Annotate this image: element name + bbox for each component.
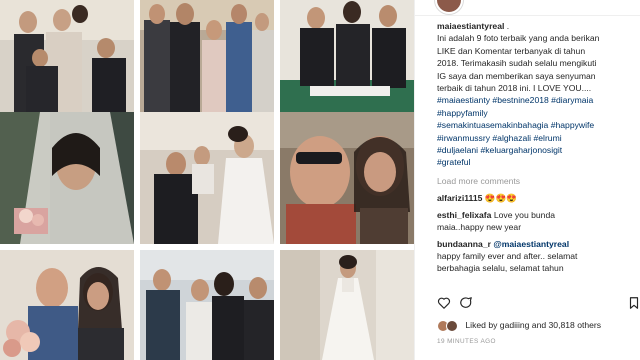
post-actions [437, 296, 640, 314]
caption-line: terbaik di tahun 2018 ini. I LOVE YOU...… [437, 83, 592, 94]
likes-summary[interactable]: Liked by gadiiing and 30,818 others [437, 318, 640, 332]
caption-line: Ini adalah 9 foto terbaik yang anda beri… [437, 33, 600, 44]
hashtag-line[interactable]: #grateful [437, 157, 470, 167]
photo-selfie-couple[interactable] [280, 112, 414, 244]
comment-username[interactable]: bundaanna_r [437, 239, 491, 249]
hashtag-line[interactable]: #happyfamily [437, 108, 488, 118]
comment-item: esthi_felixafa Love you bunda maia..happ… [437, 209, 637, 234]
bookmark-icon[interactable] [627, 296, 640, 310]
hashtag-line[interactable]: #maiaestianty #bestnine2018 #diarymaia [437, 95, 593, 105]
likes-text: Liked by gadiiing and 30,818 others [465, 320, 602, 330]
caption-username[interactable]: maiaestiantyreal [437, 21, 504, 31]
caption-line: IG saya dan memberikan saya senyuman [437, 70, 596, 81]
photo-family-gathering[interactable] [140, 0, 274, 112]
comment-item: alfarizi1115 😍😍😍 [437, 192, 637, 204]
comment-username[interactable]: alfarizi1115 [437, 193, 482, 203]
comment-mention[interactable]: @maiaestiantyreal [493, 239, 569, 249]
caption: maiaestiantyreal . Ini adalah 9 foto ter… [437, 21, 600, 168]
caption-line: 2018. Terimakasih sudah selalu mengikuti [437, 58, 597, 69]
photo-family-suits[interactable] [0, 0, 134, 112]
comment-item: bundaanna_r @maiaestiantyreal happy fami… [437, 238, 637, 275]
photo-white-gown[interactable] [280, 250, 414, 360]
load-more-comments-link[interactable]: Load more comments [437, 175, 637, 187]
comment-text: maia..happy new year [437, 222, 522, 233]
photo-wedding-blessing[interactable] [140, 112, 274, 244]
caption-line: LIKE dan Komentar terbanyak di tahun [437, 45, 586, 56]
photo-seated-sons[interactable] [280, 0, 414, 112]
avatar[interactable] [435, 0, 463, 14]
comment-text: Love you bunda [493, 209, 556, 220]
post-timestamp: 19 MINUTES AGO [437, 338, 496, 345]
comment-username[interactable]: esthi_felixafa [437, 210, 491, 220]
comment-text: 😍😍😍 [484, 193, 517, 204]
comment-text: happy family ever and after.. selamat [437, 250, 578, 261]
post-side-panel: maiaestiantyreal . Ini adalah 9 foto ter… [414, 0, 640, 360]
bestnine-photo-grid [0, 0, 414, 360]
hashtag-line[interactable]: #semakintuasemakinbahagia #happywife [437, 120, 594, 130]
avatar [446, 319, 458, 332]
photo-flowers-couple[interactable] [0, 250, 134, 360]
hashtag-line[interactable]: #irwanmussry #alghazali #elrumi [437, 133, 562, 143]
photo-bride-veil[interactable] [0, 112, 134, 244]
comments-section: maiaestiantyreal . Ini adalah 9 foto ter… [437, 20, 637, 279]
hashtag-line[interactable]: #duljaelani #keluargaharjonosigit [437, 145, 562, 155]
heart-icon[interactable] [437, 296, 451, 310]
comment-icon[interactable] [459, 296, 473, 310]
photo-family-hug[interactable] [140, 250, 274, 360]
post-header [415, 0, 640, 16]
liker-avatars [437, 319, 463, 332]
comment-text: berbahagia selalu, selamat tahun [437, 263, 564, 274]
